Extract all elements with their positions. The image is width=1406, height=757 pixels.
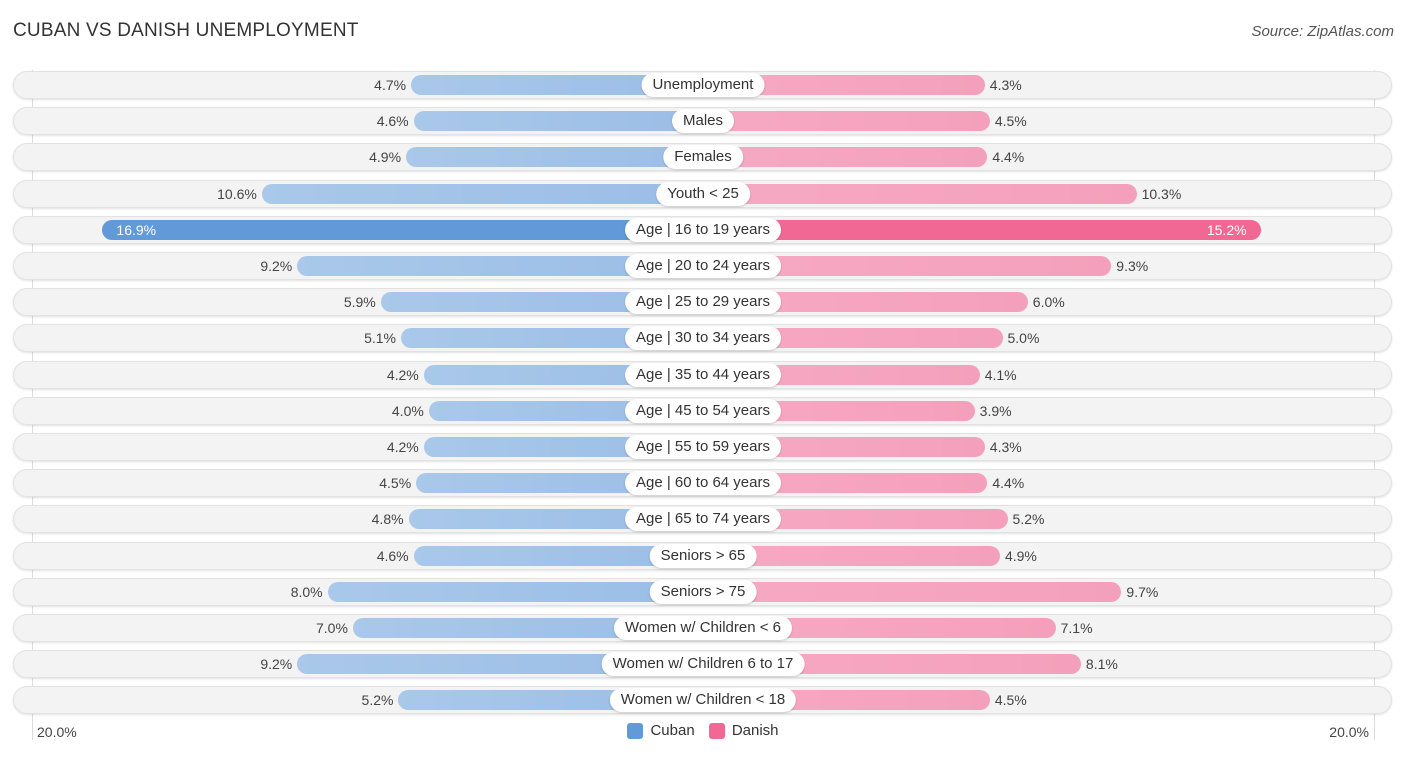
value-label-cuban: 5.1% [364,330,396,347]
category-label: Age | 35 to 44 years [625,362,781,387]
value-label-cuban: 4.6% [376,113,409,130]
value-label-danish: 4.4% [992,149,1025,166]
category-label: Youth < 25 [656,181,750,206]
legend-label-danish: Danish [731,722,779,739]
value-label-cuban: 5.9% [343,294,376,311]
value-label-cuban: 16.9% [116,221,157,238]
diverging-bar-chart: 4.7% 4.3% Unemployment 4.6% 4.5% Males 4.9% 4.4… [0,0,1406,757]
category-label: Males [671,109,735,134]
value-label-danish: 9.3% [1116,258,1149,274]
value-label-cuban: 4.6% [376,547,409,564]
value-label-danish: 9.7% [1126,583,1159,600]
bar-cuban[interactable] [261,183,703,204]
value-label-danish: 4.3% [989,439,1022,455]
category-label: Seniors > 65 [649,543,757,568]
bar-danish[interactable] [703,147,988,168]
bar-cuban[interactable] [102,219,703,240]
category-label: Age | 65 to 74 years [625,507,781,532]
value-label-cuban: 4.2% [386,439,419,455]
category-label: Females [663,145,743,170]
value-label-danish: 10.3% [1141,185,1182,202]
value-label-danish: 7.1% [1060,620,1093,636]
category-label: Women w/ Children < 6 [613,616,793,640]
category-label: Age | 45 to 54 years [625,398,781,423]
value-label-cuban: 4.9% [369,149,402,166]
bar-danish[interactable] [703,581,1122,602]
value-label-danish: 4.5% [994,113,1027,130]
legend-label-cuban: Cuban [650,722,695,739]
category-label: Unemployment [641,73,765,97]
bar-cuban[interactable] [406,147,703,168]
value-label-cuban: 4.0% [391,402,424,419]
value-label-danish: 15.2% [1206,221,1247,238]
value-label-cuban: 9.2% [260,656,293,673]
value-label-cuban: 4.7% [374,77,407,93]
value-label-cuban: 4.8% [371,511,404,528]
value-label-danish: 4.3% [989,77,1022,93]
value-label-danish: 4.5% [994,692,1027,709]
category-label: Women w/ Children < 18 [609,688,797,713]
value-label-danish: 6.0% [1032,294,1065,311]
bar-cuban[interactable] [413,111,703,132]
bar-danish[interactable] [703,183,1137,204]
bar-danish[interactable] [703,111,990,132]
category-label: Age | 60 to 64 years [625,471,781,496]
category-label: Age | 25 to 29 years [625,290,781,315]
bar-danish[interactable] [703,219,1261,240]
legend: Cuban Danish [0,722,1406,743]
value-label-danish: 4.1% [984,366,1017,383]
value-label-cuban: 8.0% [290,583,323,600]
value-label-cuban: 9.2% [260,258,293,274]
value-label-danish: 3.9% [979,402,1012,419]
category-label: Age | 20 to 24 years [625,254,781,278]
category-label: Age | 55 to 59 years [625,435,781,459]
value-label-danish: 8.1% [1085,656,1118,673]
value-label-cuban: 5.2% [361,692,394,709]
legend-item-danish[interactable]: Danish [708,722,779,739]
category-label: Women w/ Children 6 to 17 [601,652,805,677]
legend-swatch-cuban [627,722,644,739]
category-label: Seniors > 75 [649,579,757,604]
value-label-cuban: 4.2% [386,366,419,383]
value-label-cuban: 4.5% [379,475,412,492]
bar-cuban[interactable] [327,581,703,602]
value-label-cuban: 10.6% [217,185,257,202]
value-label-danish: 4.9% [1004,547,1037,564]
value-label-cuban: 7.0% [315,620,348,636]
legend-item-cuban[interactable]: Cuban [627,722,695,739]
category-label: Age | 16 to 19 years [625,217,781,242]
category-label: Age | 30 to 34 years [625,326,781,351]
value-label-danish: 5.0% [1007,330,1040,347]
legend-swatch-danish [708,722,725,739]
value-label-danish: 5.2% [1012,511,1045,528]
value-label-danish: 4.4% [992,475,1025,492]
